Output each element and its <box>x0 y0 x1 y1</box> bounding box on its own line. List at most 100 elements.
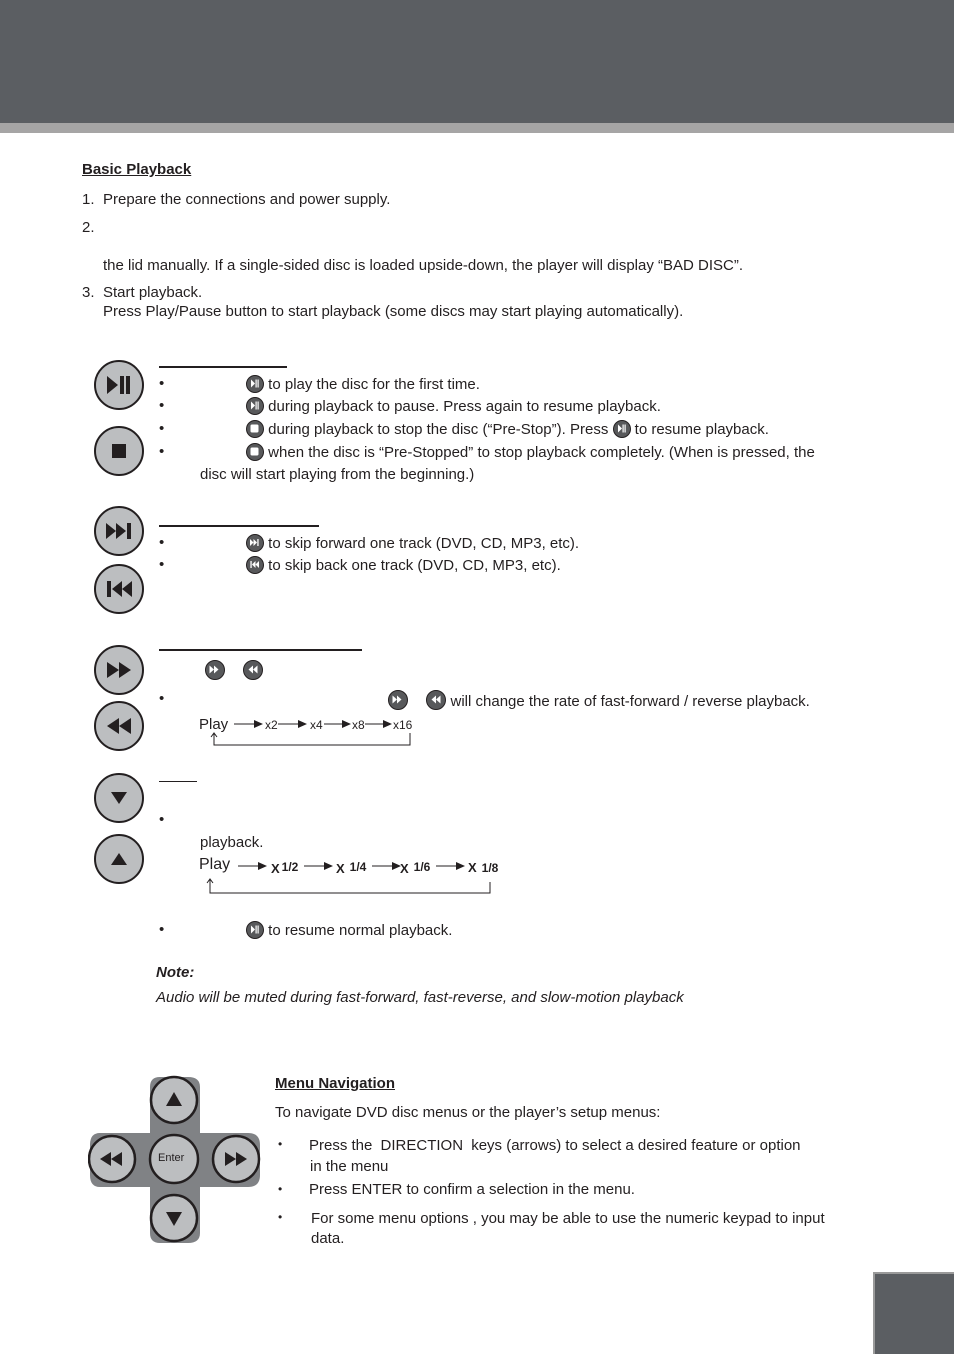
play-pause-icon <box>612 420 631 438</box>
step-text: Prepare the connections and power supply… <box>103 191 391 208</box>
arrow-right-icon <box>372 862 401 870</box>
arrow-right-icon <box>304 862 333 870</box>
speed-step: X 1/4 <box>336 860 367 876</box>
bullet-text: during playback to pause. Press again to… <box>268 398 661 415</box>
bullet-item: For some menu options , you may be able … <box>311 1210 825 1227</box>
bullet-item: during playback to pause. Press again to… <box>246 397 661 416</box>
stop-button-illustration <box>94 426 144 476</box>
arrow-right-icon <box>234 720 263 728</box>
arrow-right-icon <box>278 720 307 728</box>
bullet-dot: • <box>278 1137 283 1151</box>
skip-previous-icon <box>107 581 132 597</box>
fast-forward-icon <box>205 660 225 680</box>
bullet-item: during playback to stop the disc (“Pre-S… <box>246 420 769 439</box>
bullet-text: during playback to stop the disc (“Pre-S… <box>268 421 609 438</box>
play-pause-icon <box>246 397 264 415</box>
arrow-right-icon <box>365 720 392 728</box>
bullet-text: to play the disc for the first time. <box>268 376 480 393</box>
step-continuation: the lid manually. If a single-sided disc… <box>103 257 744 274</box>
bullet-item: to skip back one track (DVD, CD, MP3, et… <box>246 556 561 575</box>
bullet-continuation: data. <box>311 1230 345 1247</box>
skip-previous-button-illustration <box>94 564 144 614</box>
bullet-dot: • <box>159 921 165 938</box>
stop-icon <box>246 420 264 438</box>
bullet-item: to play the disc for the first time. <box>246 375 480 394</box>
step-number: 3. <box>82 284 95 301</box>
bullet-dot: • <box>159 690 165 707</box>
bullet-dot: • <box>278 1210 283 1224</box>
slow-down-button-illustration <box>94 773 144 823</box>
play-pause-button-illustration <box>94 360 144 410</box>
slow-speed-sequence: Play X 1/2 X 1/4 X 1/6 X 1/8 <box>199 855 509 897</box>
enter-label: Enter <box>158 1152 185 1164</box>
skip-previous-icon <box>246 556 264 574</box>
skip-next-button-illustration <box>94 506 144 556</box>
dpad-illustration: Enter <box>87 1075 263 1245</box>
step-number: 2. <box>82 219 95 236</box>
bullet-dot: • <box>159 420 165 437</box>
bullet-item: when the disc is “Pre-Stopped” to stop p… <box>246 443 815 462</box>
fast-forward-icon <box>388 690 408 710</box>
step-continuation: Press Play/Pause button to start playbac… <box>103 303 684 320</box>
slow-up-button-illustration <box>94 834 144 884</box>
bullet-item: will change the rate of fast-forward / r… <box>388 690 810 711</box>
loop-back-arrow <box>210 732 411 746</box>
rewind-icon <box>107 718 131 734</box>
header-stripe <box>0 123 954 133</box>
arrow-right-icon <box>238 862 267 870</box>
bullet-text: when the disc is “Pre-Stopped” to stop p… <box>268 444 815 461</box>
direction-key-label: DIRECTION <box>380 1137 464 1154</box>
header-band <box>0 0 954 123</box>
speed-step: X 1/8 <box>468 860 499 875</box>
section-title-basic-playback: Basic Playback <box>82 161 192 178</box>
subheading-rule <box>159 525 319 527</box>
step-number: 1. <box>82 191 95 208</box>
subheading-rule <box>159 781 197 782</box>
page-corner-tab <box>873 1272 954 1354</box>
bullet-text: will change the rate of fast-forward / r… <box>450 693 810 710</box>
speed-step: Play <box>199 856 231 873</box>
bullet-item: to skip forward one track (DVD, CD, MP3,… <box>246 534 579 553</box>
bullet-continuation: disc will start playing from the beginni… <box>200 466 475 483</box>
rewind-icon <box>426 690 447 710</box>
bullet-dot: • <box>159 811 165 828</box>
bullet-item: Press ENTER to confirm a selection in th… <box>309 1181 635 1198</box>
arrow-right-icon <box>436 862 465 870</box>
fast-forward-button-illustration <box>94 645 144 695</box>
speed-step: x4 <box>310 718 323 732</box>
step-text: Start playback. <box>103 284 203 301</box>
section-title-menu-navigation: Menu Navigation <box>275 1075 396 1092</box>
bullet-dot: • <box>159 556 165 573</box>
subheading-rule <box>159 366 287 368</box>
arrow-right-icon <box>324 720 351 728</box>
speed-step: X 1/6 <box>400 860 431 876</box>
note-text: Audio will be muted during fast-forward,… <box>156 989 684 1006</box>
play-pause-icon <box>246 375 264 393</box>
bullet-item: Press the DIRECTION keys (arrows) to sel… <box>309 1137 801 1154</box>
menu-intro: To navigate DVD disc menus or the player… <box>275 1104 661 1121</box>
bullet-continuation: in the menu <box>310 1158 389 1175</box>
bullet-text: to resume playback. <box>634 421 769 438</box>
fast-speed-sequence: Play x2 x4 x8 x16 <box>199 713 419 748</box>
bullet-dot: • <box>278 1182 283 1196</box>
speed-step: x2 <box>265 718 278 732</box>
bullet-text: to skip forward one track (DVD, CD, MP3,… <box>268 535 580 552</box>
bullet-text: to resume normal playback. <box>268 922 453 939</box>
bullet-dot: • <box>159 534 165 551</box>
bullet-dot: • <box>159 443 165 460</box>
ff-rew-icons <box>205 660 264 681</box>
skip-next-icon <box>106 523 131 539</box>
bullet-continuation: playback. <box>200 834 264 851</box>
down-arrow-icon <box>111 792 127 804</box>
bullet-text: to skip back one track (DVD, CD, MP3, et… <box>268 557 561 574</box>
play-pause-icon <box>246 921 264 939</box>
play-pause-icon <box>107 376 130 394</box>
fast-forward-icon <box>107 662 131 678</box>
bullet-dot: • <box>159 397 165 414</box>
stop-icon <box>112 444 126 458</box>
up-arrow-icon <box>111 853 127 865</box>
bullet-item: to resume normal playback. <box>246 921 452 940</box>
stop-icon <box>246 443 264 461</box>
speed-step: X 1/2 <box>271 860 299 876</box>
note-label: Note: <box>156 964 195 981</box>
